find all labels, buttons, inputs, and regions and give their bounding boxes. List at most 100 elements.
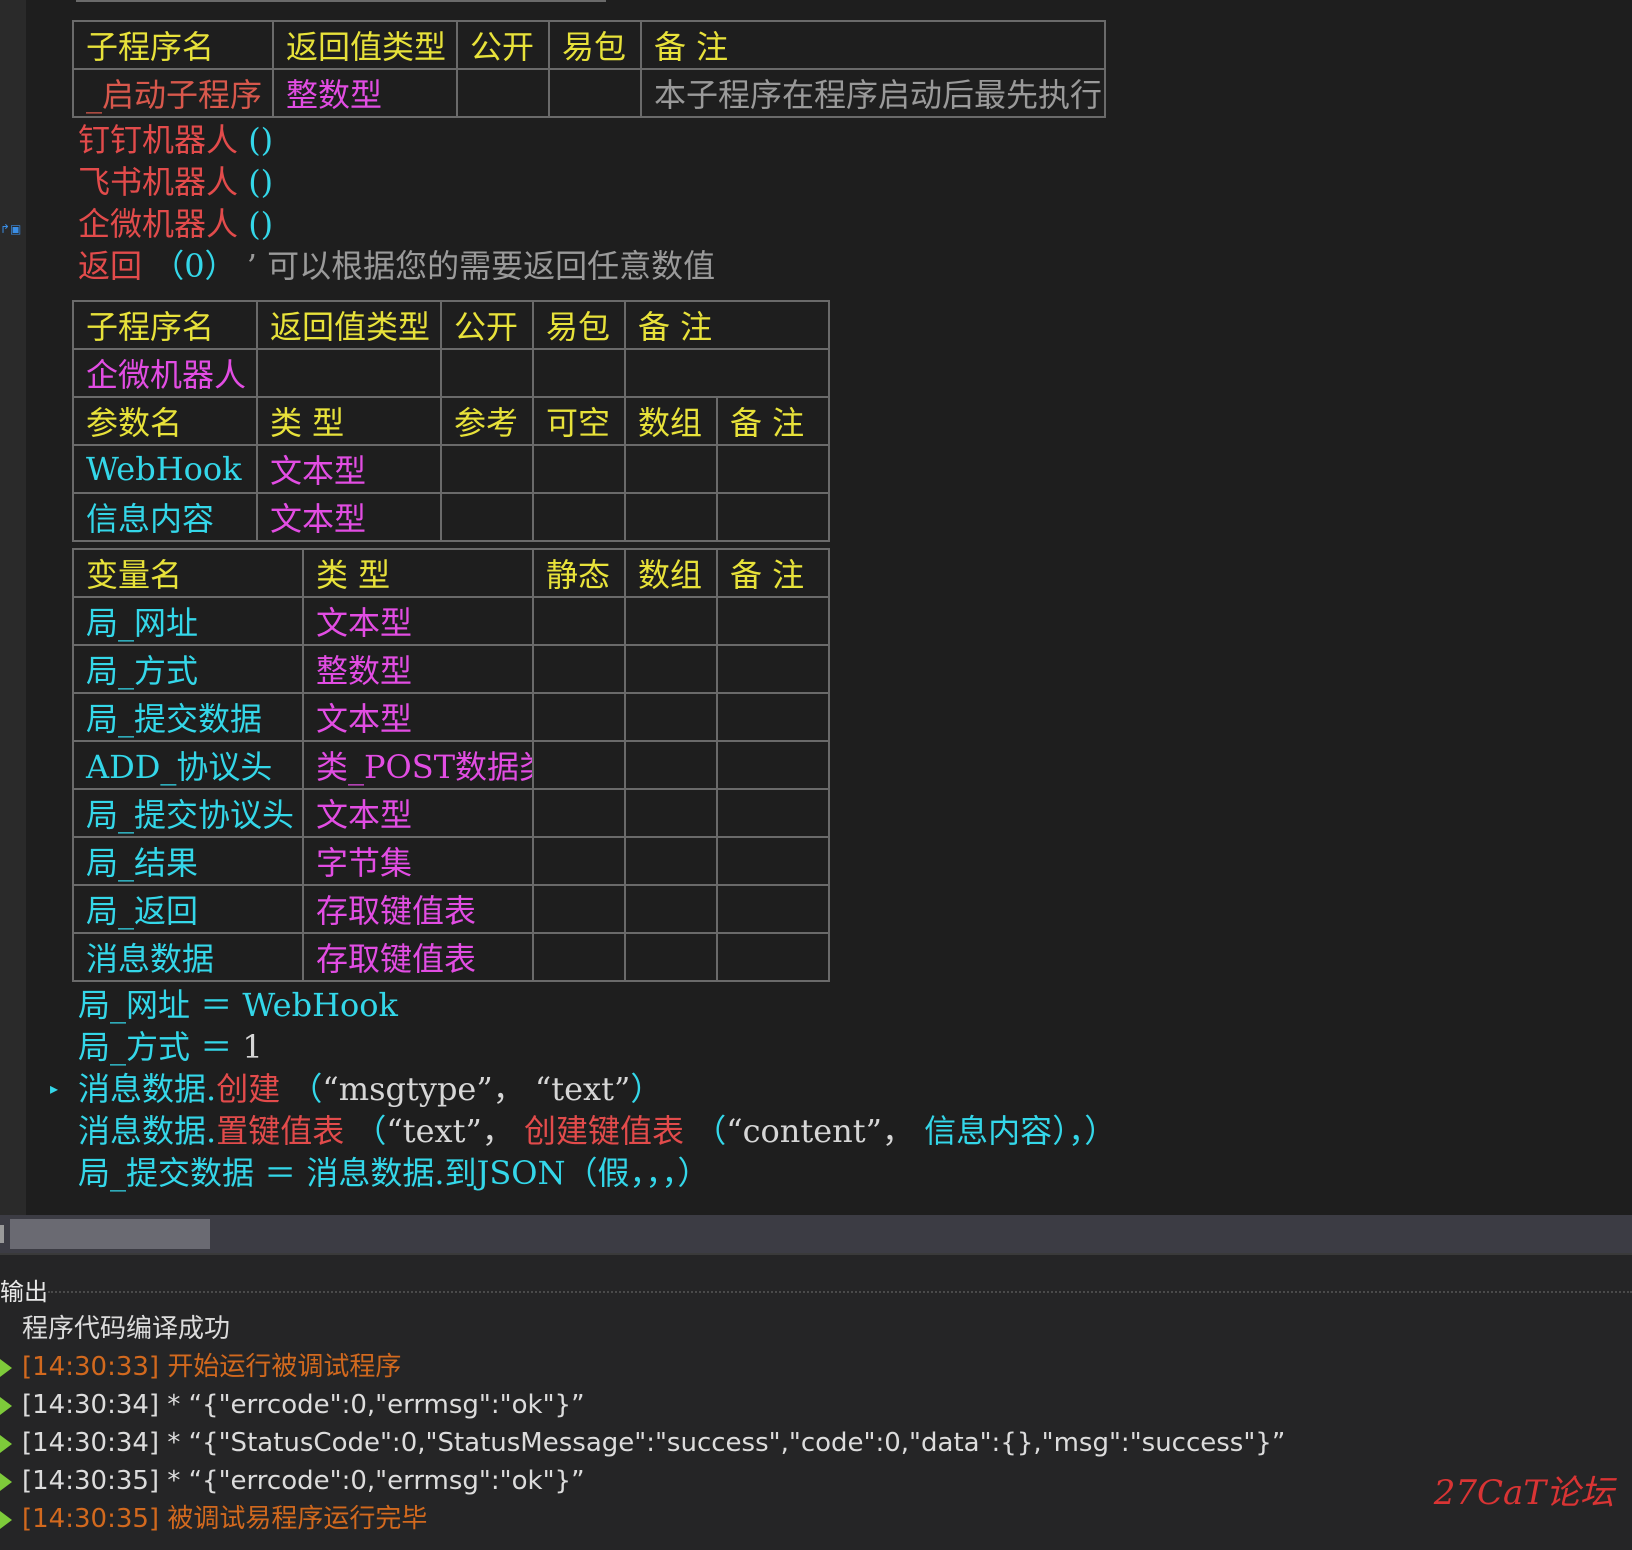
array-cell[interactable] (624, 740, 718, 790)
note-cell[interactable] (716, 788, 830, 838)
var-name[interactable]: 局_网址 (72, 596, 304, 646)
scroll-left-icon[interactable] (0, 1225, 4, 1243)
scrollbar-thumb[interactable] (10, 1219, 210, 1249)
table-row[interactable]: ADD_协议头 类_POST数据类 (72, 740, 830, 790)
return-type[interactable]: 整数型 (272, 68, 458, 118)
paren-open: （ (290, 1070, 323, 1108)
static-cell[interactable] (532, 884, 626, 934)
table-row[interactable]: 消息数据 存取键值表 (72, 932, 830, 982)
header-array: 数组 (624, 548, 718, 598)
table-row[interactable]: 局_提交协议头 文本型 (72, 788, 830, 838)
var-type[interactable]: 文本型 (302, 788, 534, 838)
call-arg: “content”， (726, 1112, 914, 1150)
param-ref-cell[interactable] (440, 492, 534, 542)
var-type[interactable]: 字节集 (302, 836, 534, 886)
array-cell[interactable] (624, 644, 718, 694)
var-type[interactable]: 存取键值表 (302, 932, 534, 982)
code-line-call-dingtalk[interactable]: 钉钉机器人 () (78, 118, 273, 162)
static-cell[interactable] (532, 788, 626, 838)
table-row[interactable]: 局_返回 存取键值表 (72, 884, 830, 934)
static-cell[interactable] (532, 644, 626, 694)
package-cell[interactable] (548, 68, 642, 118)
array-cell[interactable] (624, 788, 718, 838)
static-cell[interactable] (532, 836, 626, 886)
array-cell[interactable] (624, 596, 718, 646)
param-nullable-cell[interactable] (532, 492, 626, 542)
horizontal-scrollbar[interactable] (0, 1215, 1632, 1253)
param-note-cell[interactable] (716, 492, 830, 542)
note-cell[interactable] (716, 692, 830, 742)
note-cell[interactable] (716, 740, 830, 790)
table-row[interactable]: 企微机器人 (72, 348, 830, 398)
header-public: 公开 (456, 20, 550, 70)
subroutine-name[interactable]: 企微机器人 (72, 348, 258, 398)
code-line-set-table[interactable]: 消息数据.置键值表 （“text”， 创建键值表 （“content”， 信息内… (78, 1109, 1116, 1153)
paren-open: （ (694, 1112, 727, 1150)
var-name[interactable]: 局_结果 (72, 836, 304, 886)
header-param-array: 数组 (624, 396, 718, 446)
array-cell[interactable] (624, 836, 718, 886)
table-row[interactable]: WebHook 文本型 (72, 444, 830, 494)
param-note-cell[interactable] (716, 444, 830, 494)
header-param-name: 参数名 (72, 396, 258, 446)
note-cell[interactable] (716, 596, 830, 646)
array-cell[interactable] (624, 932, 718, 982)
var-name[interactable]: 局_方式 (72, 644, 304, 694)
table-row[interactable]: 局_结果 字节集 (72, 836, 830, 886)
note-cell[interactable] (716, 932, 830, 982)
static-cell[interactable] (532, 596, 626, 646)
param-name[interactable]: 信息内容 (72, 492, 258, 542)
param-nullable-cell[interactable] (532, 444, 626, 494)
static-cell[interactable] (532, 740, 626, 790)
subroutine-name[interactable]: _启动子程序 (72, 68, 274, 118)
var-name[interactable]: 局_返回 (72, 884, 304, 934)
code-line-call-wecom[interactable]: 企微机器人 () (78, 202, 273, 246)
return-type-cell[interactable] (256, 348, 442, 398)
code-line-return[interactable]: 返回 （0） ’ 可以根据您的需要返回任意数值 (78, 244, 715, 288)
var-name[interactable]: ADD_协议头 (72, 740, 304, 790)
header-package: 易包 (532, 300, 626, 350)
var-type[interactable]: 类_POST数据类 (302, 740, 534, 790)
assign-op: ＝ (200, 1028, 233, 1066)
code-line-partial[interactable]: 局_提交数据 ＝ 消息数据.到JSON（假，，，） (78, 1151, 710, 1195)
note-cell[interactable] (624, 348, 830, 398)
table-row[interactable]: 局_方式 整数型 (72, 644, 830, 694)
array-cell[interactable] (624, 884, 718, 934)
code-line-assign-method[interactable]: 局_方式 ＝ 1 (78, 1025, 263, 1069)
static-cell[interactable] (532, 692, 626, 742)
table-row[interactable]: _启动子程序 整数型 本子程序在程序启动后最先执行 (72, 68, 1106, 118)
static-cell[interactable] (532, 932, 626, 982)
table-row[interactable]: 局_提交数据 文本型 (72, 692, 830, 742)
note-cell[interactable]: 本子程序在程序启动后最先执行 (640, 68, 1106, 118)
var-type[interactable]: 整数型 (302, 644, 534, 694)
code-line-assign-url[interactable]: 局_网址 ＝ WebHook (78, 983, 398, 1027)
note-cell[interactable] (716, 644, 830, 694)
param-array-cell[interactable] (624, 492, 718, 542)
table-row[interactable]: 局_网址 文本型 (72, 596, 830, 646)
code-editor[interactable]: 子程序名 返回值类型 公开 易包 备 注 _启动子程序 整数型 本子程序在程序启… (26, 0, 1632, 1215)
editor-gutter: ↱▣ (0, 0, 26, 1215)
code-line-create[interactable]: 消息数据.创建 （“msgtype”， “text”） (78, 1067, 662, 1111)
param-name[interactable]: WebHook (72, 444, 258, 494)
note-cell[interactable] (716, 836, 830, 886)
var-type[interactable]: 文本型 (302, 692, 534, 742)
var-type[interactable]: 存取键值表 (302, 884, 534, 934)
code-line-call-feishu[interactable]: 飞书机器人 () (78, 160, 273, 204)
note-cell[interactable] (716, 884, 830, 934)
var-name[interactable]: 局_提交协议头 (72, 788, 304, 838)
output-line: [14:30:34] * “{"StatusCode":0,"StatusMes… (22, 1428, 1286, 1458)
public-cell[interactable] (456, 68, 550, 118)
param-type[interactable]: 文本型 (256, 444, 442, 494)
var-name[interactable]: 消息数据 (72, 932, 304, 982)
header-param-note: 备 注 (716, 396, 830, 446)
table-row[interactable]: 信息内容 文本型 (72, 492, 830, 542)
param-array-cell[interactable] (624, 444, 718, 494)
param-ref-cell[interactable] (440, 444, 534, 494)
param-type[interactable]: 文本型 (256, 492, 442, 542)
public-cell[interactable] (440, 348, 534, 398)
panel-title-divider (48, 1291, 1632, 1297)
package-cell[interactable] (532, 348, 626, 398)
array-cell[interactable] (624, 692, 718, 742)
var-type[interactable]: 文本型 (302, 596, 534, 646)
var-name[interactable]: 局_提交数据 (72, 692, 304, 742)
